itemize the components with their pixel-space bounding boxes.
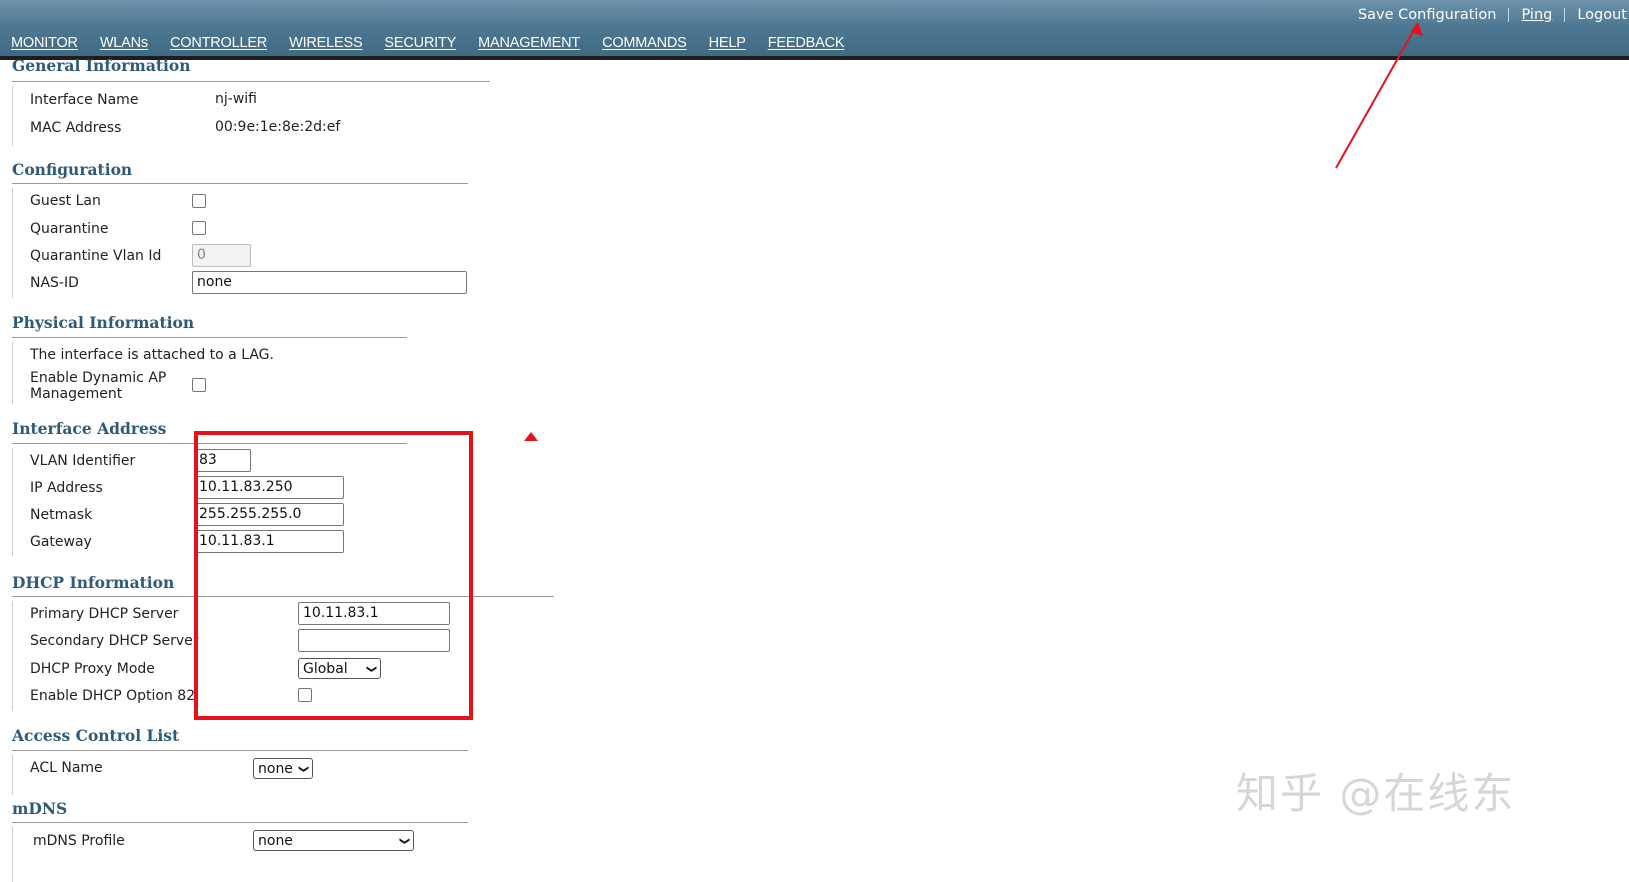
annotation-overlay [524, 22, 1423, 441]
watermark-text: 知乎 @在线东 [1236, 769, 1516, 818]
annotation-marker [524, 432, 538, 441]
annotation-arrow-line [1335, 27, 1416, 169]
